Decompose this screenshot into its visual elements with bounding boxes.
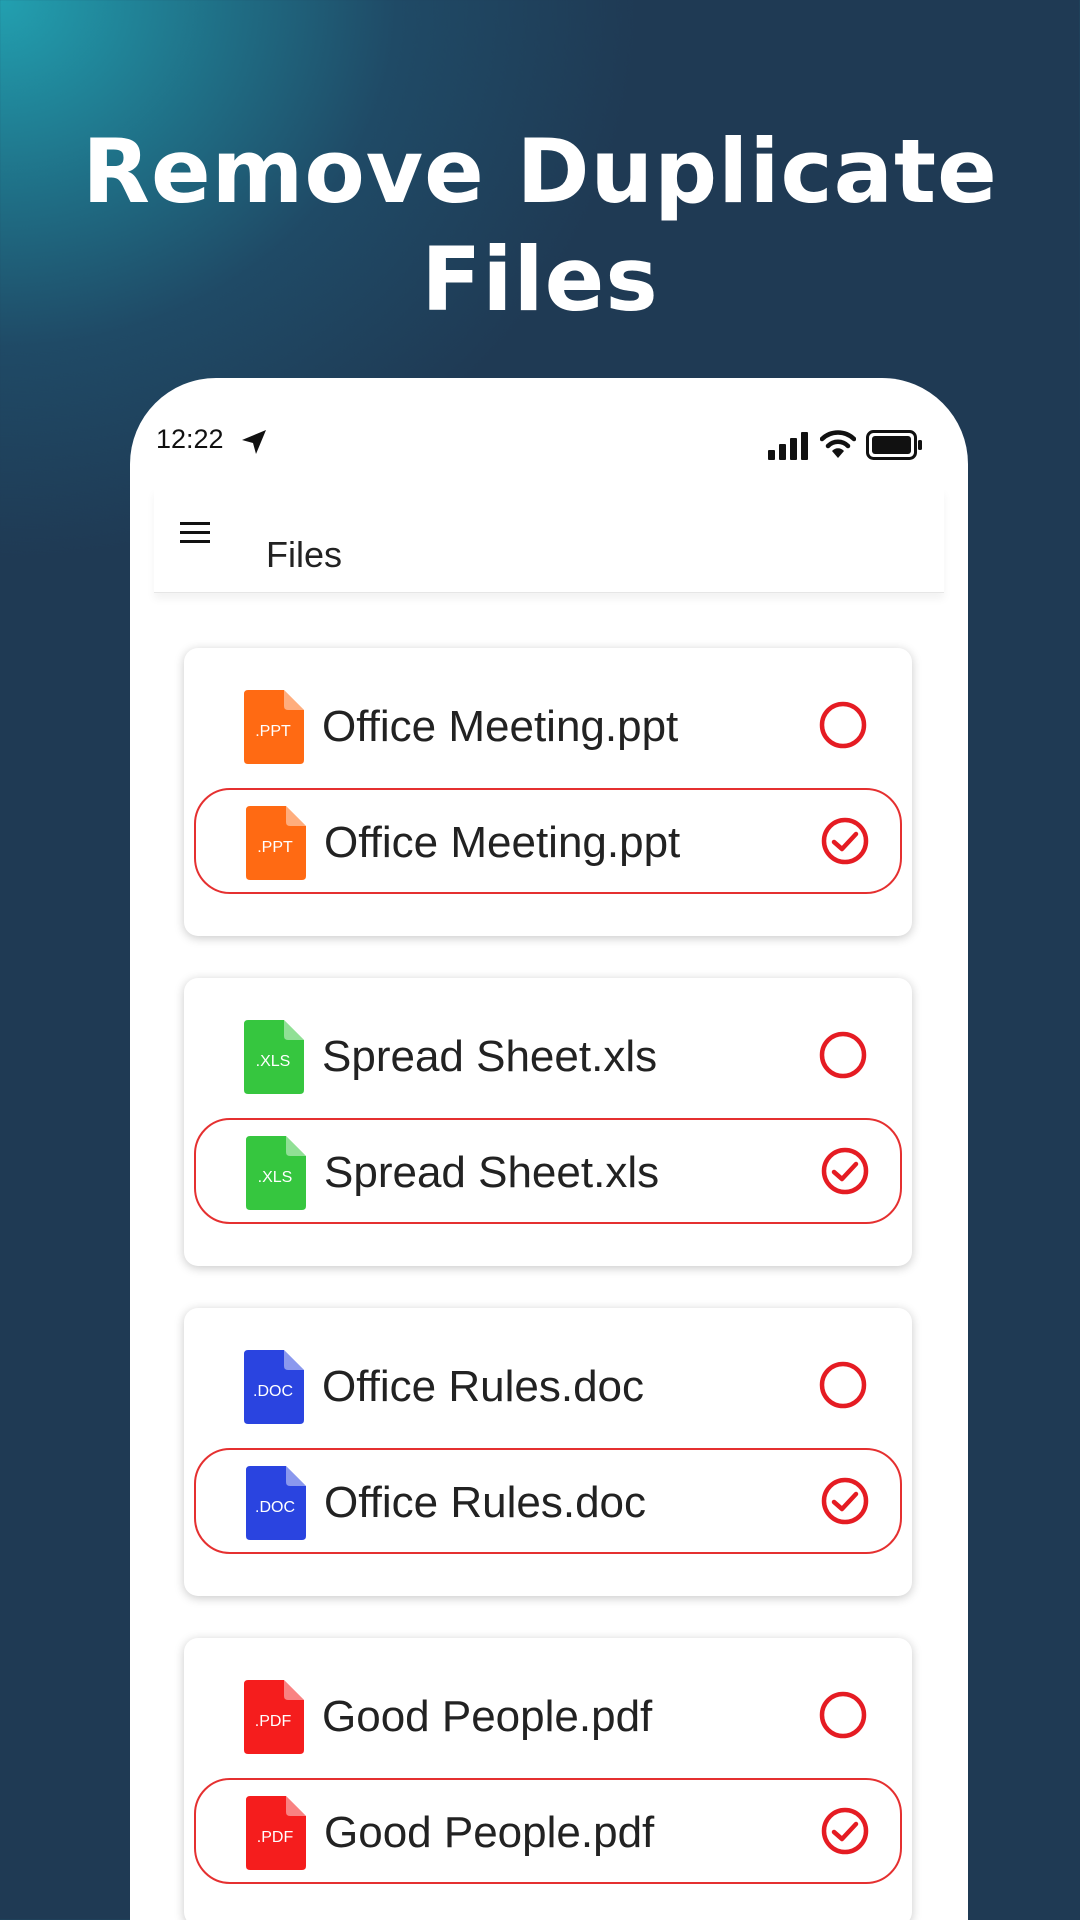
duplicate-group-card: .PDF Good People.pdf .PDF Good People.pd… bbox=[184, 1638, 912, 1920]
file-name: Office Rules.doc bbox=[324, 1478, 647, 1527]
battery-icon bbox=[866, 430, 922, 460]
file-row-original[interactable]: .PDF Good People.pdf bbox=[194, 1662, 902, 1768]
doc-file-icon: .DOC bbox=[244, 1350, 304, 1424]
file-row-duplicate-selected[interactable]: .DOC Office Rules.doc bbox=[194, 1448, 902, 1554]
file-row-original[interactable]: .PPT Office Meeting.ppt bbox=[194, 672, 902, 778]
app-title: Files bbox=[266, 534, 343, 575]
file-row-original[interactable]: .DOC Office Rules.doc bbox=[194, 1332, 902, 1438]
phone-frame: 12:22 Files .PPT Office Meeting.ppt .PPT… bbox=[130, 378, 968, 1920]
file-name: Spread Sheet.xls bbox=[322, 1032, 658, 1081]
file-row-original[interactable]: .XLS Spread Sheet.xls bbox=[194, 1002, 902, 1108]
pdf-file-icon: .PDF bbox=[246, 1796, 306, 1870]
headline-line-1: Remove Duplicate bbox=[82, 120, 998, 223]
status-time: 12:22 bbox=[156, 424, 224, 454]
duplicate-group-card: .DOC Office Rules.doc .DOC Office Rules.… bbox=[184, 1308, 912, 1596]
duplicate-group-card: .PPT Office Meeting.ppt .PPT Office Meet… bbox=[184, 648, 912, 936]
checked-circle-icon[interactable] bbox=[820, 816, 870, 866]
xls-file-icon: .XLS bbox=[244, 1020, 304, 1094]
location-arrow-icon bbox=[242, 430, 266, 454]
file-name: Office Meeting.ppt bbox=[322, 702, 679, 751]
status-bar: 12:22 bbox=[130, 378, 968, 488]
duplicate-file-list: .PPT Office Meeting.ppt .PPT Office Meet… bbox=[184, 648, 912, 1920]
checked-circle-icon[interactable] bbox=[820, 1146, 870, 1196]
unchecked-circle-icon[interactable] bbox=[818, 700, 868, 750]
svg-text:.DOC: .DOC bbox=[253, 1383, 293, 1400]
file-name: Office Meeting.ppt bbox=[324, 818, 681, 867]
wifi-icon bbox=[820, 430, 856, 458]
file-row-duplicate-selected[interactable]: .PPT Office Meeting.ppt bbox=[194, 788, 902, 894]
unchecked-circle-icon[interactable] bbox=[818, 1690, 868, 1740]
svg-text:.XLS: .XLS bbox=[258, 1169, 293, 1186]
ppt-file-icon: .PPT bbox=[246, 806, 306, 880]
svg-text:.PDF: .PDF bbox=[255, 1713, 292, 1730]
file-name: Good People.pdf bbox=[324, 1808, 655, 1857]
unchecked-circle-icon[interactable] bbox=[818, 1030, 868, 1080]
checked-circle-icon[interactable] bbox=[820, 1476, 870, 1526]
headline: Remove Duplicate Files bbox=[0, 118, 1080, 334]
svg-text:.PPT: .PPT bbox=[255, 723, 291, 740]
svg-text:.DOC: .DOC bbox=[255, 1499, 295, 1516]
xls-file-icon: .XLS bbox=[246, 1136, 306, 1210]
headline-line-2: Files bbox=[421, 228, 659, 331]
signal-icon bbox=[768, 432, 808, 460]
file-name: Office Rules.doc bbox=[322, 1362, 645, 1411]
file-row-duplicate-selected[interactable]: .PDF Good People.pdf bbox=[194, 1778, 902, 1884]
unchecked-circle-icon[interactable] bbox=[818, 1360, 868, 1410]
svg-text:.XLS: .XLS bbox=[256, 1053, 291, 1070]
file-name: Spread Sheet.xls bbox=[324, 1148, 660, 1197]
svg-text:.PDF: .PDF bbox=[257, 1829, 294, 1846]
doc-file-icon: .DOC bbox=[246, 1466, 306, 1540]
hamburger-menu-icon[interactable] bbox=[178, 518, 212, 548]
ppt-file-icon: .PPT bbox=[244, 690, 304, 764]
app-bar: Files bbox=[154, 488, 944, 593]
svg-text:.PPT: .PPT bbox=[257, 839, 293, 856]
file-row-duplicate-selected[interactable]: .XLS Spread Sheet.xls bbox=[194, 1118, 902, 1224]
file-name: Good People.pdf bbox=[322, 1692, 653, 1741]
duplicate-group-card: .XLS Spread Sheet.xls .XLS Spread Sheet.… bbox=[184, 978, 912, 1266]
pdf-file-icon: .PDF bbox=[244, 1680, 304, 1754]
checked-circle-icon[interactable] bbox=[820, 1806, 870, 1856]
